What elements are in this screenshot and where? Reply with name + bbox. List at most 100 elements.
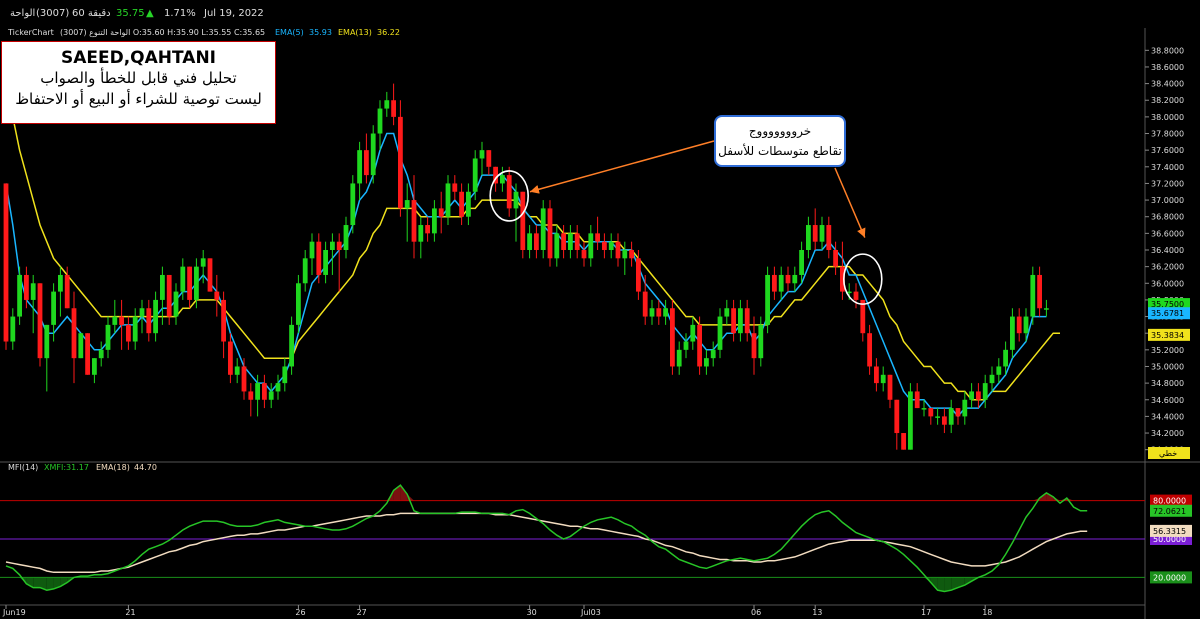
candle-body xyxy=(663,308,668,317)
candle-body xyxy=(506,175,512,209)
candle-body xyxy=(656,308,662,317)
crossover-circle xyxy=(842,253,883,305)
candle-body xyxy=(78,333,84,359)
candle-body xyxy=(262,383,267,400)
candle-body xyxy=(180,266,186,292)
candle-body xyxy=(126,324,131,342)
candle-body xyxy=(574,233,580,250)
candle-body xyxy=(486,150,492,167)
candle-body xyxy=(540,208,546,250)
mfi-value-label: 56.3315 xyxy=(1153,527,1186,536)
candle-body xyxy=(765,274,770,325)
candle-body xyxy=(207,258,213,292)
y-tick-label: 36.0000 xyxy=(1151,279,1184,288)
y-tick-label: 38.6000 xyxy=(1151,63,1184,72)
candle-body xyxy=(364,150,369,176)
candle-body xyxy=(10,316,16,342)
candle-body xyxy=(1010,316,1015,350)
candle-body xyxy=(200,258,206,267)
candle-body xyxy=(554,233,560,259)
candle-body xyxy=(214,291,220,300)
mfi-value-label: 72.0621 xyxy=(1153,507,1186,516)
candle-body xyxy=(472,158,478,192)
candle-body xyxy=(44,324,50,359)
candle-body xyxy=(479,150,485,159)
disclaimer-line-1: تحليل فني قابل للخطأ والصواب xyxy=(40,69,237,87)
y-tick-label: 36.2000 xyxy=(1151,263,1184,272)
y-tick-label: 37.2000 xyxy=(1151,179,1184,188)
candle-body xyxy=(921,408,927,410)
candle-body xyxy=(731,308,736,334)
x-tick-label: Jun19 xyxy=(2,608,26,617)
candle-body xyxy=(615,241,621,259)
x-tick-label: 18 xyxy=(982,608,992,617)
candle-body xyxy=(194,266,199,300)
candle-body xyxy=(466,191,471,217)
candle-body xyxy=(438,208,444,217)
candle-body xyxy=(826,225,832,250)
mfi-oversold-fill xyxy=(944,577,952,592)
y-tick-label: 34.8000 xyxy=(1151,379,1184,388)
candle-body xyxy=(806,225,811,250)
candle-body xyxy=(561,233,566,250)
candle-body xyxy=(30,283,36,300)
candle-body xyxy=(976,391,981,400)
candle-body xyxy=(724,308,730,317)
candle-body xyxy=(887,374,893,400)
candle-body xyxy=(1023,316,1029,334)
candle-body xyxy=(275,383,281,392)
candle-body xyxy=(568,233,573,250)
y-tick-label: 37.4000 xyxy=(1151,163,1184,172)
analyst-note: SAEED,QAHTANI تحليل فني قابل للخطأ والصو… xyxy=(1,41,276,124)
candle-body xyxy=(500,175,505,184)
y-tick-label: 35.2000 xyxy=(1151,346,1184,355)
candle-body xyxy=(595,233,600,242)
mfi-ema-line xyxy=(5,512,1088,574)
candle-body xyxy=(51,291,56,325)
candle-body xyxy=(914,391,920,409)
candle-body xyxy=(357,150,362,184)
candle-body xyxy=(425,225,430,234)
x-tick-label: 30 xyxy=(527,608,537,617)
mfi-label: MFI(14) xyxy=(8,463,38,472)
candle-body xyxy=(350,183,356,226)
x-tick-label: 06 xyxy=(751,608,761,617)
mfi-level-label: 80.0000 xyxy=(1153,497,1186,506)
candle-body xyxy=(282,366,288,384)
callout-arrow-right xyxy=(834,167,866,238)
y-tick-label: 35.0000 xyxy=(1151,362,1184,371)
candle-body xyxy=(778,274,784,292)
candle-body xyxy=(64,274,70,309)
candle-body xyxy=(642,291,648,317)
candle-body xyxy=(452,183,458,192)
candle-body xyxy=(785,274,791,284)
candle-body xyxy=(935,416,940,418)
candle-body xyxy=(323,250,328,275)
y-tick-label: 38.4000 xyxy=(1151,80,1184,89)
disclaimer-line-2: ليست توصية للشراء أو البيع أو الاحتفاظ xyxy=(15,90,262,108)
candle-body xyxy=(296,283,301,325)
y-tick-label: 36.4000 xyxy=(1151,246,1184,255)
candle-body xyxy=(404,200,410,209)
y-tick-label: 36.6000 xyxy=(1151,229,1184,238)
analyst-name: SAEED,QAHTANI xyxy=(60,48,217,68)
callout-arrow-left xyxy=(529,140,715,194)
x-tick-label: 21 xyxy=(125,608,135,617)
candle-body xyxy=(853,291,859,300)
mfi-ema-label: EMA(18) xyxy=(96,463,130,472)
candle-body xyxy=(187,266,192,300)
candle-body xyxy=(792,274,798,284)
candle-body xyxy=(166,274,172,317)
mfi-ema-value: 44.70 xyxy=(134,463,157,472)
candle-body xyxy=(581,250,587,259)
candle-body xyxy=(527,233,532,250)
candle-body xyxy=(1003,349,1008,367)
price-tag-label: 35.6781 xyxy=(1151,309,1184,318)
candle-body xyxy=(867,333,872,367)
candle-body xyxy=(221,299,226,342)
y-tick-label: 36.8000 xyxy=(1151,213,1184,222)
callout-line-1: خروووووووج xyxy=(748,124,812,138)
chart-style-label: خطي xyxy=(1159,449,1177,458)
y-tick-label: 34.2000 xyxy=(1151,429,1184,438)
candle-body xyxy=(1030,274,1036,317)
